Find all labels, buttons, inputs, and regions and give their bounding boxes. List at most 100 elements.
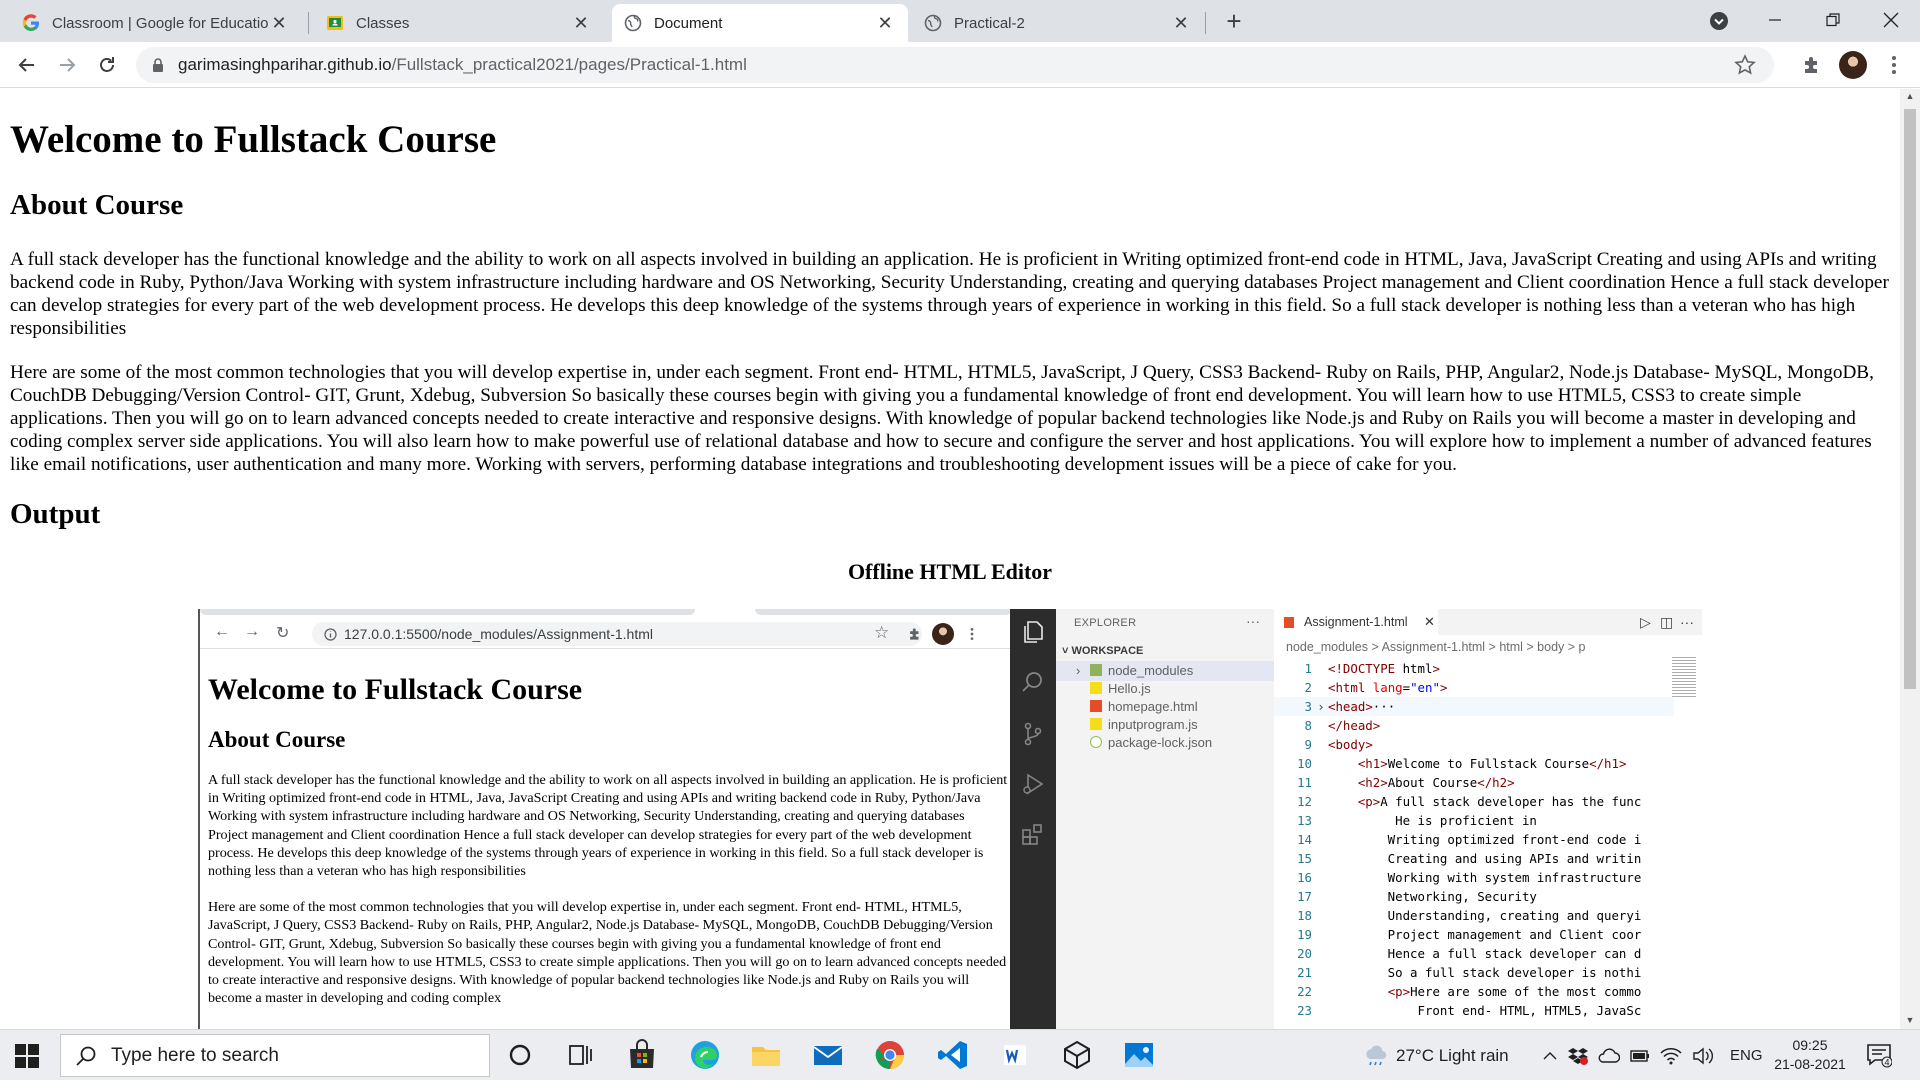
tab-classroom[interactable]: Classroom | Google for Education ✕ bbox=[10, 4, 302, 42]
code-text: Project management and Client coor bbox=[1328, 927, 1642, 942]
cortana-icon[interactable] bbox=[503, 1038, 537, 1072]
search-icon bbox=[76, 1046, 96, 1066]
address-bar[interactable]: garimasinghparihar.github.io/Fullstack_p… bbox=[136, 47, 1774, 83]
scroll-down-icon[interactable]: ▼ bbox=[1905, 1015, 1915, 1025]
page-scrollbar[interactable]: ▲ ▼ bbox=[1900, 89, 1920, 1029]
close-icon[interactable]: ✕ bbox=[268, 12, 290, 34]
taskbar-search-box[interactable]: Type here to search bbox=[60, 1034, 490, 1077]
tab-title: Classes bbox=[356, 14, 410, 32]
source-control-icon bbox=[1024, 722, 1042, 746]
avatar[interactable] bbox=[1839, 51, 1867, 79]
line-number: 2 bbox=[1304, 680, 1312, 695]
line-number: 23 bbox=[1297, 1003, 1312, 1018]
explorer-item: › node_modules bbox=[1056, 661, 1274, 681]
file-explorer-icon[interactable] bbox=[749, 1038, 783, 1072]
microsoft-store-icon[interactable] bbox=[625, 1038, 659, 1072]
weather-widget[interactable]: 27°C Light rain bbox=[1364, 1030, 1509, 1080]
close-window-button[interactable] bbox=[1868, 0, 1914, 40]
code-text: <!DOCTYPE html> bbox=[1328, 661, 1440, 676]
close-icon bbox=[1883, 12, 1899, 28]
code-line: 3 › <head>··· bbox=[1274, 697, 1674, 716]
forward-arrow-icon bbox=[60, 58, 76, 72]
vscode-icon[interactable] bbox=[936, 1038, 970, 1072]
explorer-item-label: Hello.js bbox=[1108, 681, 1151, 696]
explorer-item: package-lock.json bbox=[1056, 733, 1274, 753]
word-icon[interactable] bbox=[998, 1038, 1032, 1072]
minimap bbox=[1672, 657, 1696, 697]
vscode-editor: Assignment-1.html ✕ ▷ ◫ ··· node_modules… bbox=[1274, 609, 1702, 1029]
bookmark-star-icon[interactable] bbox=[1734, 54, 1756, 76]
windows-start-icon[interactable] bbox=[14, 1043, 40, 1069]
screenshot-browser: ← → ↻ 127.0.0.1:5500/node_modules/Assign… bbox=[198, 609, 1010, 1029]
code-text: Front end- HTML, HTML5, JavaSc bbox=[1328, 1003, 1642, 1018]
onedrive-icon[interactable] bbox=[1598, 1047, 1620, 1064]
explorer-item: inputprogram.js bbox=[1056, 715, 1274, 735]
scrollbar-thumb[interactable] bbox=[1904, 109, 1916, 689]
reload-icon bbox=[100, 57, 114, 72]
tab-classes[interactable]: Classes ✕ bbox=[314, 4, 604, 42]
paragraph-intro: A full stack developer has the functiona… bbox=[10, 249, 1889, 339]
explorer-item: Hello.js bbox=[1056, 679, 1274, 699]
json-file-icon bbox=[1090, 736, 1102, 748]
dropbox-icon[interactable] bbox=[1568, 1047, 1588, 1065]
browser-toolbar: garimasinghparihar.github.io/Fullstack_p… bbox=[0, 42, 1920, 88]
restore-button[interactable] bbox=[1810, 0, 1856, 40]
run-icon: ▷ bbox=[1640, 614, 1651, 630]
reload-button[interactable] bbox=[93, 51, 121, 79]
tab-search-icon[interactable] bbox=[1708, 10, 1730, 32]
line-number: 3 bbox=[1304, 699, 1312, 714]
code-line: 21 So a full stack developer is nothi bbox=[1274, 963, 1674, 982]
minimize-button[interactable] bbox=[1752, 0, 1798, 40]
line-number: 8 bbox=[1304, 718, 1312, 733]
new-tab-button[interactable]: + bbox=[1219, 6, 1249, 36]
close-icon[interactable]: ✕ bbox=[570, 12, 592, 34]
line-number: 13 bbox=[1297, 813, 1312, 828]
code-text: Writing optimized front-end code i bbox=[1328, 832, 1642, 847]
html-file-icon bbox=[1090, 700, 1102, 712]
mail-icon[interactable] bbox=[811, 1038, 845, 1072]
code-line: 11 <h2>About Course</h2> bbox=[1274, 773, 1674, 792]
line-number: 16 bbox=[1297, 870, 1312, 885]
forward-arrow-icon: → bbox=[244, 623, 260, 640]
task-view-icon[interactable] bbox=[563, 1038, 597, 1072]
close-icon[interactable]: ✕ bbox=[874, 12, 896, 34]
vscode-activity-bar bbox=[1010, 609, 1056, 1029]
chevron-up-icon[interactable] bbox=[1542, 1048, 1558, 1064]
lock-icon[interactable] bbox=[150, 57, 166, 73]
avatar bbox=[932, 623, 954, 645]
notification-icon[interactable]: 4 bbox=[1866, 1042, 1892, 1068]
close-icon[interactable]: ✕ bbox=[1170, 12, 1192, 34]
back-button[interactable] bbox=[13, 51, 41, 79]
line-number: 19 bbox=[1297, 927, 1312, 942]
explorer-item-label: node_modules bbox=[1107, 663, 1194, 678]
language-indicator[interactable]: ENG bbox=[1730, 1047, 1763, 1064]
screenshot-tab-strip bbox=[200, 609, 1010, 619]
chevron-right-icon: › bbox=[1076, 663, 1081, 678]
tab-document[interactable]: Document ✕ bbox=[612, 4, 908, 42]
system-tray: ENG bbox=[1542, 1030, 1763, 1080]
battery-icon[interactable] bbox=[1630, 1049, 1650, 1063]
photos-icon[interactable] bbox=[1122, 1038, 1156, 1072]
chrome-icon[interactable] bbox=[873, 1038, 907, 1072]
google-g-icon bbox=[22, 14, 39, 31]
editor-tab-bar: Assignment-1.html ✕ ▷ ◫ ··· bbox=[1274, 609, 1702, 635]
puzzle-icon bbox=[910, 628, 919, 640]
taskbar-clock[interactable]: 09:25 21-08-2021 bbox=[1760, 1036, 1860, 1074]
tab-practical-2[interactable]: Practical-2 ✕ bbox=[912, 4, 1204, 42]
search-icon bbox=[1022, 672, 1042, 692]
screenshot-tab bbox=[200, 609, 695, 615]
chrome-menu-button[interactable] bbox=[1880, 51, 1908, 79]
screenshot-toolbar: ← → ↻ 127.0.0.1:5500/node_modules/Assign… bbox=[200, 619, 1010, 649]
folder-icon bbox=[1089, 664, 1102, 676]
3d-viewer-icon[interactable] bbox=[1060, 1038, 1094, 1072]
code-line: 17 Networking, Security bbox=[1274, 887, 1674, 906]
workspace-label: ˅ WORKSPACE bbox=[1062, 645, 1144, 657]
forward-button[interactable] bbox=[53, 51, 81, 79]
scroll-up-icon[interactable]: ▲ bbox=[1905, 91, 1915, 101]
wifi-icon[interactable] bbox=[1660, 1047, 1682, 1065]
extensions-button[interactable] bbox=[1798, 51, 1826, 79]
edge-icon[interactable] bbox=[688, 1038, 722, 1072]
workspace-name: WORKSPACE bbox=[1071, 645, 1144, 657]
volume-icon[interactable] bbox=[1692, 1047, 1714, 1065]
code-text: So a full stack developer is nothi bbox=[1328, 965, 1642, 980]
